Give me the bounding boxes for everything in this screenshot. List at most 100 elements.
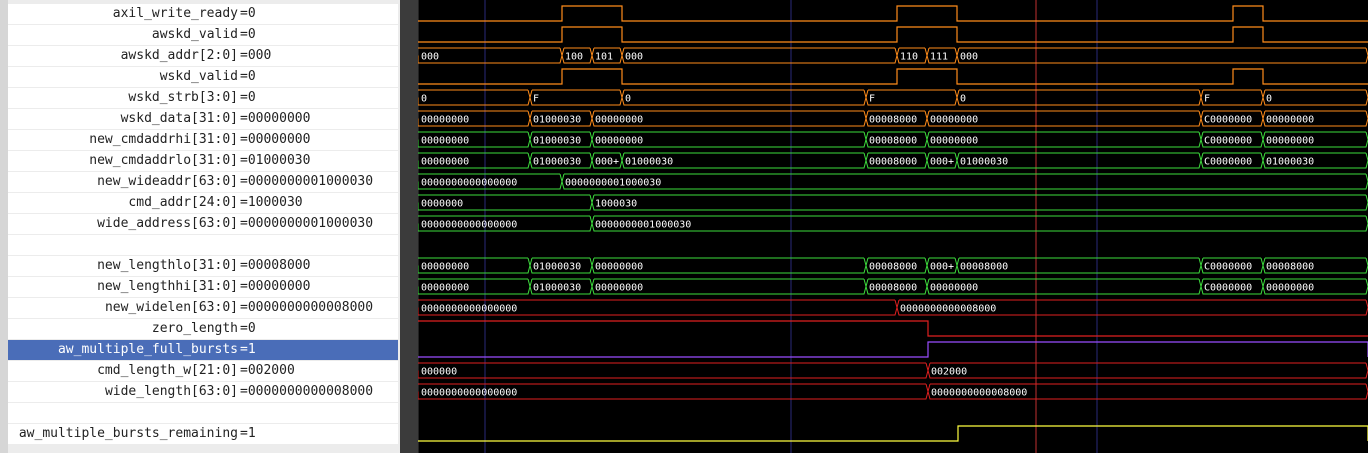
signal-name: axil_write_ready — [112, 6, 238, 21]
signal-row[interactable]: new_widelen[63:0] =0000000000008000 — [8, 298, 398, 318]
signal-value: =1 — [240, 426, 256, 441]
signal-value: =0000000001000030 — [240, 174, 374, 189]
signal-name: new_cmdaddrhi[31:0] — [89, 132, 238, 147]
bus-segment — [865, 89, 958, 106]
bus-segment-value: 00000000 — [1266, 136, 1314, 147]
bus-segment-value: 0000000 — [421, 199, 463, 210]
bus-segment-value: 00000000 — [421, 262, 469, 273]
signal-row[interactable]: wskd_data[31:0] =00000000 — [8, 109, 398, 129]
signal-value: =00000000 — [240, 279, 311, 294]
bus-segment-value: 00000000 — [930, 115, 978, 126]
bus-segment-value: 000 — [960, 52, 978, 63]
bus-segment-value: 0000000001000030 — [565, 178, 661, 189]
bus-segment-value: 00000000 — [930, 136, 978, 147]
signal-name: wskd_strb[3:0] — [128, 90, 238, 105]
waveform-pane[interactable]: 000 100 101 000 110 111 000 0 F 0 F 0 F 0 00000000 0100… — [418, 0, 1368, 453]
signal-row[interactable]: aw_multiple_bursts_remaining =1 — [8, 424, 398, 444]
bus-segment-value: 00008000 — [869, 283, 917, 294]
bus-segment — [591, 215, 1368, 232]
bus-segment-value: 00008000 — [960, 262, 1008, 273]
bus-segment-value: 101 — [595, 52, 613, 63]
waveform-trace — [418, 320, 1368, 337]
waveform-canvas[interactable]: 000 100 101 000 110 111 0000 F 0 F 0 F 000000000 0100… — [418, 0, 1368, 453]
bus-segment-value: 0000000000008000 — [900, 304, 996, 315]
bus-segment-value: 0 — [421, 94, 427, 105]
bus-segment-value: 000 — [421, 52, 439, 63]
bus-segment-value: C0000000 — [1204, 262, 1252, 273]
bus-segment-value: C0000000 — [1204, 115, 1252, 126]
bus-segment-value: 000 — [625, 52, 643, 63]
bus-segment-value: 01000030 — [533, 283, 581, 294]
bus-segment-value: 000+ — [595, 157, 619, 168]
bus-segment-value: 01000030 — [960, 157, 1008, 168]
signal-name: aw_multiple_full_bursts — [57, 342, 238, 357]
signal-row[interactable]: new_cmdaddrhi[31:0] =00000000 — [8, 130, 398, 150]
signal-value: =0 — [240, 6, 256, 21]
bus-segment-value: 00000000 — [1266, 283, 1314, 294]
signal-value: =0 — [240, 321, 256, 336]
bus-segment-value: 0 — [1266, 94, 1272, 105]
bus-segment — [621, 47, 898, 64]
bus-segment-value: 00000000 — [421, 157, 469, 168]
bus-segment — [418, 89, 531, 106]
bus-segment-value: 00008000 — [869, 136, 917, 147]
signal-row[interactable]: cmd_addr[24:0] =1000030 — [8, 193, 398, 213]
bus-segment-value: 01000030 — [533, 157, 581, 168]
signal-name: aw_multiple_bursts_remaining — [18, 426, 238, 441]
signal-row[interactable]: awskd_addr[2:0] =000 — [8, 46, 398, 66]
signal-row[interactable]: new_lengthlo[31:0] =00008000 — [8, 256, 398, 276]
blank-row — [8, 403, 398, 423]
signal-value: =0000000000008000 — [240, 300, 374, 315]
signal-value: =0000000000008000 — [240, 384, 374, 399]
signal-row[interactable]: cmd_length_w[21:0] =002000 — [8, 361, 398, 381]
signal-name: wskd_valid — [159, 69, 238, 84]
signal-row[interactable]: wide_address[63:0] =0000000001000030 — [8, 214, 398, 234]
bus-segment — [418, 362, 929, 379]
bus-segment-value: 00008000 — [869, 157, 917, 168]
signal-row[interactable]: new_lengthhi[31:0] =00000000 — [8, 277, 398, 297]
signal-row[interactable]: new_wideaddr[63:0] =0000000001000030 — [8, 172, 398, 192]
signal-value: =00000000 — [240, 111, 311, 126]
bus-segment — [561, 173, 1368, 190]
bus-segment-value: 100 — [565, 52, 583, 63]
signal-name: awskd_addr[2:0] — [120, 48, 238, 63]
signal-row[interactable]: new_cmdaddrlo[31:0] =01000030 — [8, 151, 398, 171]
signal-row[interactable]: wide_length[63:0] =0000000000008000 — [8, 382, 398, 402]
bus-segment-value: 000000 — [421, 367, 457, 378]
bus-segment-value: C0000000 — [1204, 136, 1252, 147]
waveform-trace — [418, 26, 1368, 43]
signal-row[interactable]: axil_write_ready =0 — [8, 4, 398, 24]
bus-segment-value: 00008000 — [869, 262, 917, 273]
signal-value: =00000000 — [240, 132, 311, 147]
pane-splitter[interactable] — [400, 0, 418, 453]
signal-row[interactable]: zero_length =0 — [8, 319, 398, 339]
signal-name: wskd_data[31:0] — [120, 111, 238, 126]
bus-segment-value: 111 — [930, 52, 948, 63]
bus-segment-value: 00000000 — [595, 283, 643, 294]
signal-row[interactable]: aw_multiple_full_bursts =1 — [8, 340, 398, 360]
bus-segment-value: 0 — [625, 94, 631, 105]
bus-segment — [927, 362, 1368, 379]
bus-segment-value: 1000030 — [595, 199, 637, 210]
signal-row[interactable]: wskd_strb[3:0] =0 — [8, 88, 398, 108]
signal-row[interactable]: awskd_valid =0 — [8, 25, 398, 45]
waveform-trace — [418, 68, 1368, 85]
bus-segment — [1262, 89, 1368, 106]
bus-segment-value: 00000000 — [421, 136, 469, 147]
signal-value: =01000030 — [240, 153, 311, 168]
waveform-trace — [418, 5, 1368, 22]
signal-name: new_lengthhi[31:0] — [97, 279, 238, 294]
signal-name: awskd_valid — [151, 27, 238, 42]
signal-name: cmd_length_w[21:0] — [97, 363, 238, 378]
signal-row[interactable]: wskd_valid =0 — [8, 67, 398, 87]
bus-segment-value: 00008000 — [869, 115, 917, 126]
bus-segment-value: 002000 — [931, 367, 967, 378]
bus-segment — [956, 89, 1202, 106]
bus-segment — [591, 194, 1368, 211]
bus-segment-value: C0000000 — [1204, 157, 1252, 168]
waveform-trace — [418, 341, 1368, 358]
bus-segment-value: 0000000000008000 — [931, 388, 1027, 399]
bus-segment-value: 01000030 — [533, 262, 581, 273]
signal-value: =00008000 — [240, 258, 311, 273]
signal-value: =0000000001000030 — [240, 216, 374, 231]
